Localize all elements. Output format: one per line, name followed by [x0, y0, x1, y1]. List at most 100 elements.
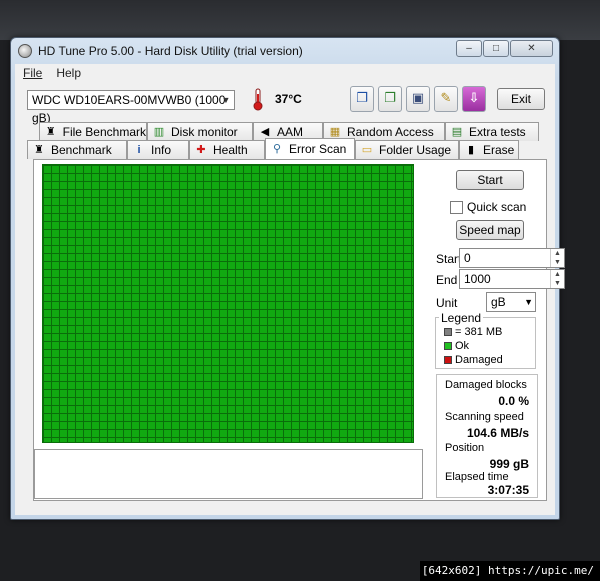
tab-label: Info — [151, 142, 172, 157]
scanning-speed-value: 104.6 MB/s — [466, 426, 529, 440]
start-field[interactable]: 0 ▲ ▼ — [459, 248, 565, 268]
benchmark-icon: ♜ — [34, 144, 44, 156]
tab-label: Benchmark — [51, 142, 112, 157]
scan-stats-group: Damaged blocks 0.0 % Scanning speed 104.… — [436, 374, 538, 498]
client-area: WDC WD10EARS-00MVWB0 (1000 gB) ▼ 37°C ❐ … — [15, 82, 565, 515]
image-watermark: [642x602] https://upic.me/ — [420, 561, 600, 581]
speed-map-button[interactable]: Speed map — [456, 220, 524, 240]
save-icon: ▣ — [411, 90, 425, 105]
quick-scan-checkbox[interactable] — [450, 200, 463, 214]
app-icon — [18, 44, 32, 58]
damaged-blocks-label: Damaged blocks — [445, 379, 527, 391]
tab-label: Disk monitor — [171, 124, 238, 139]
scanning-speed-label: Scanning speed — [445, 411, 524, 423]
maximize-button[interactable]: □ — [483, 40, 509, 57]
start-field-value: 0 — [464, 251, 471, 265]
tab-folder-usage[interactable]: ▭ Folder Usage — [355, 140, 459, 159]
quick-scan-checkbox-row[interactable]: Quick scan — [450, 200, 526, 214]
folder-icon: ▭ — [361, 144, 373, 156]
damaged-blocks-value: 0.0 % — [498, 394, 529, 408]
end-field-label: End — [436, 273, 458, 287]
window-controls: – □ ✕ — [456, 40, 553, 57]
save-button[interactable]: ▣ — [406, 86, 430, 112]
chevron-down-icon: ▼ — [524, 297, 533, 307]
legend-label: = 381 MB — [455, 326, 503, 338]
legend-item-block-size: = 381 MB — [444, 326, 502, 338]
tabs-row-bottom: ♜ Benchmark i Info ✚ Health ⚲ Error Scan… — [27, 138, 519, 159]
download-icon: ⇩ — [468, 90, 480, 105]
tab-label: Random Access — [347, 124, 434, 139]
app-window: HD Tune Pro 5.00 - Hard Disk Utility (tr… — [10, 37, 565, 520]
tab-label: Erase — [483, 142, 515, 157]
tab-label: Folder Usage — [379, 142, 452, 157]
elapsed-time-value: 3:07:35 — [487, 483, 529, 497]
legend-item-ok: Ok — [444, 340, 469, 352]
spin-arrows-icon[interactable]: ▲ ▼ — [550, 249, 564, 267]
tab-info[interactable]: i Info — [127, 140, 189, 159]
unit-label: Unit — [436, 296, 458, 310]
tab-file-benchmark[interactable]: ♜ File Benchmark — [39, 122, 147, 141]
copy-button[interactable]: ❐ — [350, 86, 374, 112]
menu-bar: File Help — [15, 64, 555, 82]
unit-select-value: gB — [491, 295, 506, 309]
copy-icon: ❐ — [356, 90, 368, 105]
menu-help[interactable]: Help — [56, 66, 81, 82]
tab-label: File Benchmark — [62, 124, 146, 139]
chevron-down-icon: ▼ — [221, 95, 231, 105]
copy-all-button[interactable]: ❐ — [378, 86, 402, 112]
legend-label: Ok — [455, 340, 470, 352]
tab-extra-tests[interactable]: ▤ Extra tests — [445, 122, 539, 141]
error-scan-panel: Start Quick scan Speed map Start 0 ▲ ▼ En… — [33, 159, 565, 501]
magnifier-icon: ⚲ — [272, 143, 282, 155]
block-map — [42, 164, 414, 443]
trash-icon: ▮ — [467, 144, 475, 156]
title-bar: HD Tune Pro 5.00 - Hard Disk Utility (tr… — [11, 38, 559, 64]
end-field[interactable]: 1000 ▲ ▼ — [459, 269, 565, 289]
tab-erase[interactable]: ▮ Erase — [459, 140, 519, 159]
options-button[interactable]: ✎ — [434, 86, 458, 112]
disk-monitor-icon: ▥ — [153, 126, 165, 138]
minimize-button[interactable]: – — [456, 40, 482, 57]
legend-item-damaged: Damaged — [444, 354, 503, 366]
desktop-background — [0, 0, 600, 40]
tab-health[interactable]: ✚ Health — [189, 140, 265, 159]
menu-file[interactable]: File — [23, 66, 42, 82]
scan-log[interactable] — [34, 449, 423, 499]
quick-scan-label: Quick scan — [467, 200, 527, 214]
window-title: HD Tune Pro 5.00 - Hard Disk Utility (tr… — [38, 44, 303, 58]
unit-select[interactable]: gB ▼ — [486, 292, 536, 312]
position-value: 999 gB — [489, 457, 529, 471]
tab-label: Extra tests — [469, 124, 526, 139]
thermometer-icon — [245, 86, 271, 112]
speaker-icon: ◀ — [260, 126, 270, 138]
position-label: Position — [445, 442, 485, 454]
close-button[interactable]: ✕ — [510, 40, 553, 57]
health-icon: ✚ — [196, 144, 206, 156]
file-benchmark-icon: ♜ — [45, 126, 56, 138]
info-icon: i — [137, 144, 141, 156]
drive-select[interactable]: WDC WD10EARS-00MVWB0 (1000 gB) ▼ — [27, 90, 235, 125]
green-swatch-icon — [444, 342, 452, 350]
spin-arrows-icon[interactable]: ▲ ▼ — [550, 270, 564, 288]
options-icon: ✎ — [440, 90, 452, 105]
download-button[interactable]: ⇩ — [462, 86, 486, 112]
elapsed-time-label: Elapsed time — [445, 471, 509, 483]
tab-label: Error Scan — [289, 141, 347, 156]
gray-swatch-icon — [444, 328, 452, 336]
start-scan-button[interactable]: Start — [456, 170, 524, 190]
legend-label: Damaged — [455, 354, 503, 366]
tab-benchmark[interactable]: ♜ Benchmark — [27, 140, 127, 159]
copy-all-icon: ❐ — [384, 90, 396, 105]
random-access-icon: ▦ — [329, 126, 341, 138]
extra-tests-icon: ▤ — [451, 126, 463, 138]
drive-select-value: WDC WD10EARS-00MVWB0 (1000 gB) — [32, 93, 226, 125]
tab-error-scan[interactable]: ⚲ Error Scan — [265, 138, 355, 159]
red-swatch-icon — [444, 356, 452, 364]
start-field-label: Start — [436, 252, 462, 266]
temperature-readout: 37°C — [275, 92, 302, 106]
tab-label: Health — [213, 142, 248, 157]
end-field-value: 1000 — [464, 272, 491, 286]
exit-button[interactable]: Exit — [497, 88, 545, 110]
tab-disk-monitor[interactable]: ▥ Disk monitor — [147, 122, 253, 141]
legend-title: Legend — [439, 311, 484, 325]
